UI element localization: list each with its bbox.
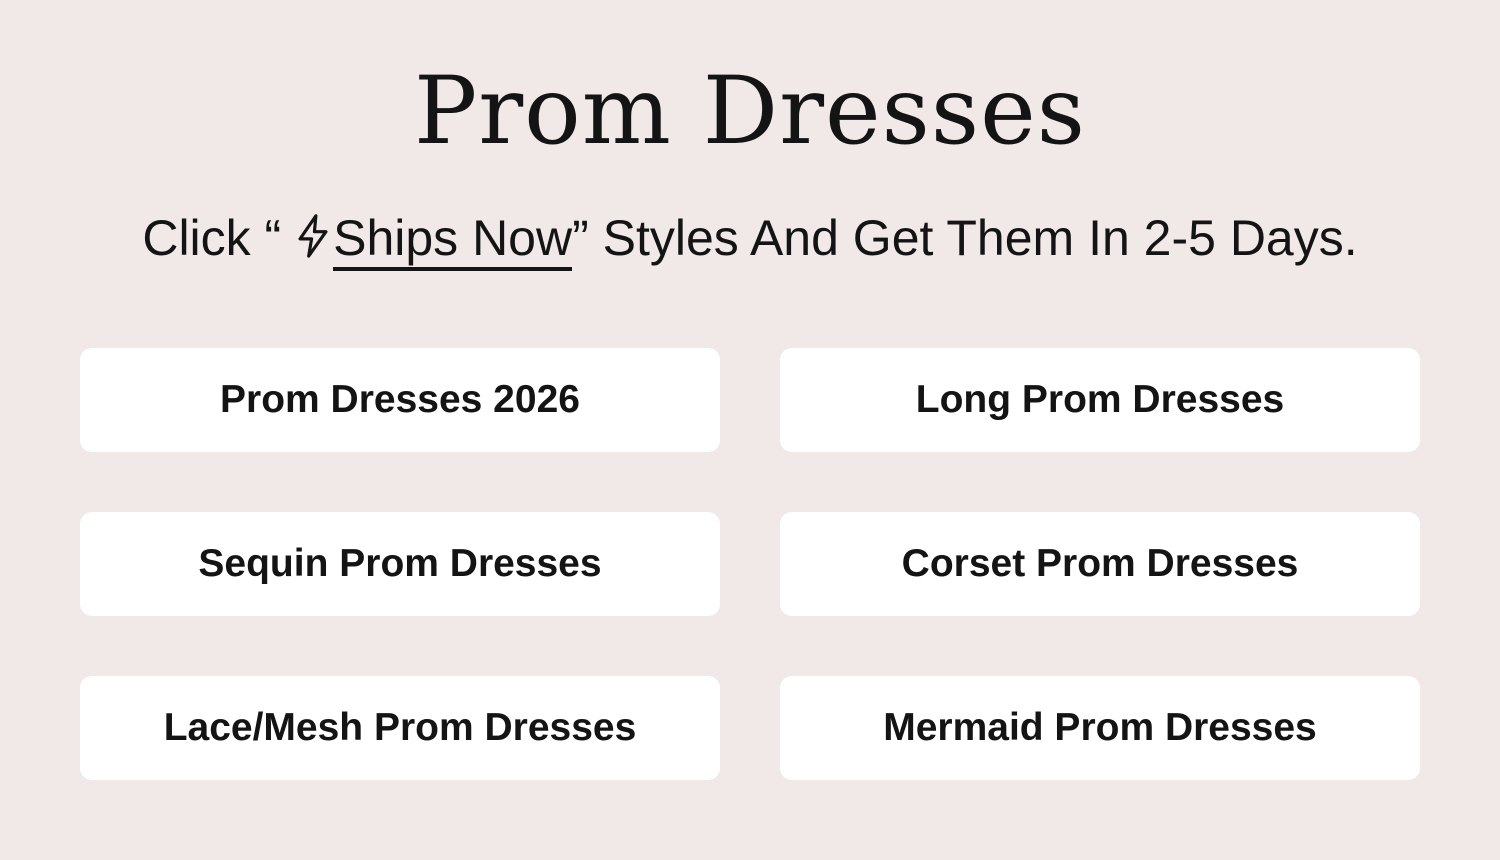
prom-dresses-2026-button[interactable]: Prom Dresses 2026 bbox=[80, 348, 720, 452]
mermaid-prom-dresses-button[interactable]: Mermaid Prom Dresses bbox=[780, 676, 1420, 780]
ships-now-link[interactable]: Ships Now bbox=[333, 210, 573, 271]
sequin-prom-dresses-button[interactable]: Sequin Prom Dresses bbox=[80, 512, 720, 616]
corset-prom-dresses-button[interactable]: Corset Prom Dresses bbox=[780, 512, 1420, 616]
lace-mesh-prom-dresses-button[interactable]: Lace/Mesh Prom Dresses bbox=[80, 676, 720, 780]
page-title: Prom Dresses bbox=[413, 57, 1087, 166]
ships-now-promo: Click “ Ships Now” Styles And Get Them I… bbox=[0, 208, 1500, 271]
lightning-bolt-icon bbox=[298, 214, 328, 258]
promo-prefix: Click “ bbox=[142, 210, 296, 266]
category-grid: Prom Dresses 2026 Long Prom Dresses Sequ… bbox=[80, 348, 1420, 780]
long-prom-dresses-button[interactable]: Long Prom Dresses bbox=[780, 348, 1420, 452]
promo-suffix: ” Styles And Get Them In 2-5 Days. bbox=[572, 210, 1358, 266]
